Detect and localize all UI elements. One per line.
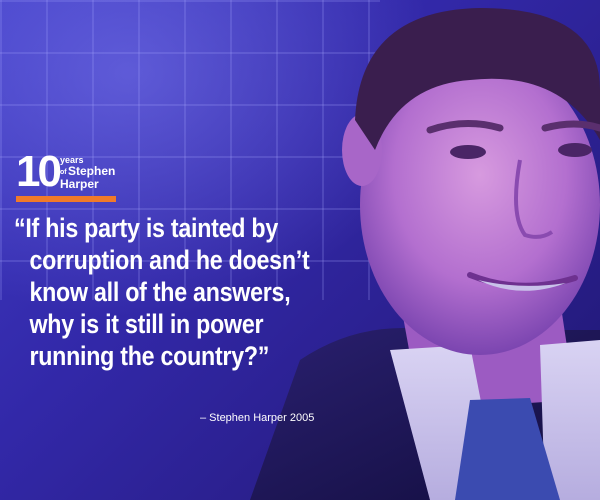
image-canvas: 10 years of Stephen Harper “If his party…: [0, 0, 600, 500]
logo-of-text: of: [60, 169, 67, 176]
logo-last-name: Harper: [60, 177, 99, 191]
quote-line: “If his party is tainted by: [14, 213, 278, 243]
quote-line: know all of the answers,: [29, 277, 291, 307]
quote-line: why is it still in power: [29, 309, 264, 339]
quote-line: running the country?”: [29, 341, 270, 371]
logo-number: 10: [16, 147, 62, 196]
quote-attribution: – Stephen Harper 2005: [200, 412, 315, 424]
ten-years-logo: 10 years of Stephen Harper: [16, 150, 126, 206]
logo-accent-bar: [16, 196, 116, 202]
quote-line: corruption and he doesn’t: [29, 245, 310, 275]
quote-text: “If his party is tainted by corruption a…: [14, 212, 324, 372]
